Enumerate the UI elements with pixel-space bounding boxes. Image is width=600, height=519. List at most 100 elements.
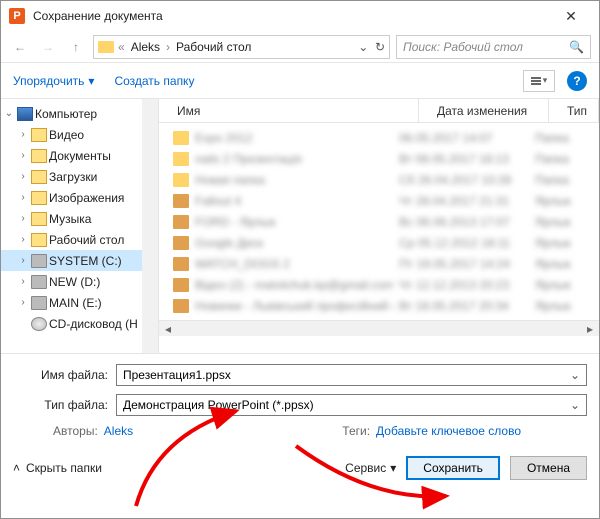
file-icon	[173, 299, 189, 313]
chevron-down-icon[interactable]: ⌄	[570, 398, 580, 412]
file-icon	[173, 215, 189, 229]
breadcrumb-sep: «	[118, 40, 125, 54]
search-icon: 🔍	[569, 40, 584, 54]
list-item[interactable]: FORD - ЯрлыкВс 06.06.2013 17:07Ярлык	[159, 211, 599, 232]
up-button[interactable]: ↑	[65, 36, 87, 58]
search-input[interactable]: Поиск: Рабочий стол 🔍	[396, 35, 591, 59]
file-type: Ярлык	[535, 194, 585, 208]
service-button[interactable]: Сервис ▾	[345, 461, 396, 475]
list-item[interactable]: Відео (2) - matviichuk.kp@gmail.com - G……	[159, 274, 599, 295]
list-header: Имя Дата изменения Тип	[159, 99, 599, 123]
tree-documents[interactable]: ›Документы	[1, 145, 158, 166]
col-name[interactable]: Имя	[159, 99, 419, 122]
dialog-body: ⌄Компьютер ›Видео ›Документы ›Загрузки ›…	[1, 99, 599, 353]
hide-folders-button[interactable]: ˄ Скрыть папки	[13, 461, 102, 475]
filetype-label: Тип файла:	[13, 398, 108, 412]
tree-cd[interactable]: CD-дисковод (H	[1, 313, 158, 334]
file-list: Имя Дата изменения Тип Expo 201206.05.20…	[159, 99, 599, 353]
breadcrumb-1[interactable]: Aleks	[129, 40, 162, 54]
tree-images[interactable]: ›Изображения	[1, 187, 158, 208]
file-date: Чт 28.04.2017 21:31	[399, 194, 529, 208]
folder-tree: ⌄Компьютер ›Видео ›Документы ›Загрузки ›…	[1, 99, 159, 353]
window-title: Сохранение документа	[33, 9, 551, 23]
tree-downloads[interactable]: ›Загрузки	[1, 166, 158, 187]
chevron-down-icon: ▾	[390, 461, 396, 475]
file-icon	[173, 257, 189, 271]
tags-value[interactable]: Добавьте ключевое слово	[376, 424, 521, 438]
list-item[interactable]: Google ДискСр 05.12.2012 18:11Ярлык	[159, 232, 599, 253]
file-date: Вт 18.05.2017 20:34	[399, 299, 529, 313]
file-icon	[173, 152, 189, 166]
file-type: Ярлык	[535, 257, 585, 271]
filename-row: Имя файла: Презентация1.ppsx ⌄	[13, 364, 587, 386]
file-date: Чт 12.12.2013 20:23	[399, 278, 529, 292]
tree-system-c[interactable]: ›SYSTEM (C:)	[1, 250, 158, 271]
file-date: 06.05.2017 14:07	[399, 131, 529, 145]
scroll-right-icon[interactable]: ▸	[583, 322, 597, 336]
close-button[interactable]: ✕	[551, 1, 591, 31]
file-name: Відео (2) - matviichuk.kp@gmail.com - G…	[195, 278, 393, 292]
chevron-down-icon: ▾	[88, 74, 94, 88]
list-item[interactable]: Новинки - Львівський професійний кол… Вт …	[159, 295, 599, 316]
file-type: Ярлык	[535, 215, 585, 229]
tree-video[interactable]: ›Видео	[1, 124, 158, 145]
tree-main-e[interactable]: ›MAIN (E:)	[1, 292, 158, 313]
authors-value[interactable]: Aleks	[104, 424, 133, 438]
list-item[interactable]: WATCH_DOGS 2 Пт 19.05.2017 14:24 Ярлык	[159, 253, 599, 274]
tree-desktop[interactable]: ›Рабочий стол	[1, 229, 158, 250]
col-date[interactable]: Дата изменения	[419, 99, 549, 122]
forward-button[interactable]: →	[37, 36, 59, 58]
filename-label: Имя файла:	[13, 368, 108, 382]
file-name: nails 2 Презентація	[195, 152, 393, 166]
service-label: Сервис	[345, 461, 386, 475]
file-icon	[173, 194, 189, 208]
metadata-row: Авторы: Aleks Теги: Добавьте ключевое сл…	[13, 424, 587, 438]
organize-label: Упорядочить	[13, 74, 84, 88]
col-type[interactable]: Тип	[549, 99, 599, 122]
list-item[interactable]: nails 2 ПрезентаціяВт 08.05.2017 18:13Па…	[159, 148, 599, 169]
file-name: Google Диск	[195, 236, 393, 250]
list-item[interactable]: Fallout 4Чт 28.04.2017 21:31Ярлык	[159, 190, 599, 211]
file-name: WATCH_DOGS 2	[195, 257, 393, 271]
address-dropdown-icon[interactable]: ⌄ ↻	[358, 40, 385, 54]
view-mode-button[interactable]: ▾	[523, 70, 555, 92]
filename-input[interactable]: Презентация1.ppsx ⌄	[116, 364, 587, 386]
tree-new-d[interactable]: ›NEW (D:)	[1, 271, 158, 292]
address-bar[interactable]: « Aleks › Рабочий стол ⌄ ↻	[93, 35, 390, 59]
save-button[interactable]: Сохранить	[406, 456, 500, 480]
back-button[interactable]: ←	[9, 36, 31, 58]
filename-value: Презентация1.ppsx	[123, 368, 231, 382]
breadcrumb-2[interactable]: Рабочий стол	[174, 40, 253, 54]
file-date: Сб 26.04.2017 10:28	[399, 173, 529, 187]
list-scrollbar-h[interactable]: ◂ ▸	[159, 320, 599, 336]
chevron-down-icon[interactable]: ⌄	[570, 368, 580, 382]
file-name: Новая папка	[195, 173, 393, 187]
file-icon	[173, 278, 189, 292]
filetype-select[interactable]: Демонстрация PowerPoint (*.ppsx) ⌄	[116, 394, 587, 416]
file-type: Папка	[535, 131, 585, 145]
breadcrumb-chev[interactable]: ›	[166, 40, 170, 54]
tree-computer[interactable]: ⌄Компьютер	[1, 103, 158, 124]
tree-music[interactable]: ›Музыка	[1, 208, 158, 229]
file-type: Ярлык	[535, 278, 585, 292]
search-placeholder: Поиск: Рабочий стол	[403, 40, 569, 54]
filetype-row: Тип файла: Демонстрация PowerPoint (*.pp…	[13, 394, 587, 416]
tags-label: Теги:	[342, 424, 370, 438]
file-name: Новинки - Львівський професійний кол…	[195, 299, 393, 313]
organize-button[interactable]: Упорядочить ▾	[13, 74, 94, 88]
list-item[interactable]: Новая папка Сб 26.04.2017 10:28 Папка	[159, 169, 599, 190]
list-item[interactable]: Expo 201206.05.2017 14:07Папка	[159, 127, 599, 148]
list-body: Expo 201206.05.2017 14:07Папкаnails 2 Пр…	[159, 123, 599, 320]
file-icon	[173, 173, 189, 187]
toolbar: Упорядочить ▾ Создать папку ▾ ?	[1, 63, 599, 99]
file-icon	[173, 236, 189, 250]
nav-bar: ← → ↑ « Aleks › Рабочий стол ⌄ ↻ Поиск: …	[1, 31, 599, 63]
cancel-button[interactable]: Отмена	[510, 456, 587, 480]
help-button[interactable]: ?	[567, 71, 587, 91]
file-type: Папка	[535, 173, 585, 187]
footer: ˄ Скрыть папки Сервис ▾ Сохранить Отмена	[1, 438, 599, 480]
tree-scrollbar[interactable]	[142, 99, 158, 353]
new-folder-button[interactable]: Создать папку	[114, 74, 194, 88]
file-date: Пт 19.05.2017 14:24	[399, 257, 529, 271]
scroll-left-icon[interactable]: ◂	[161, 322, 175, 336]
